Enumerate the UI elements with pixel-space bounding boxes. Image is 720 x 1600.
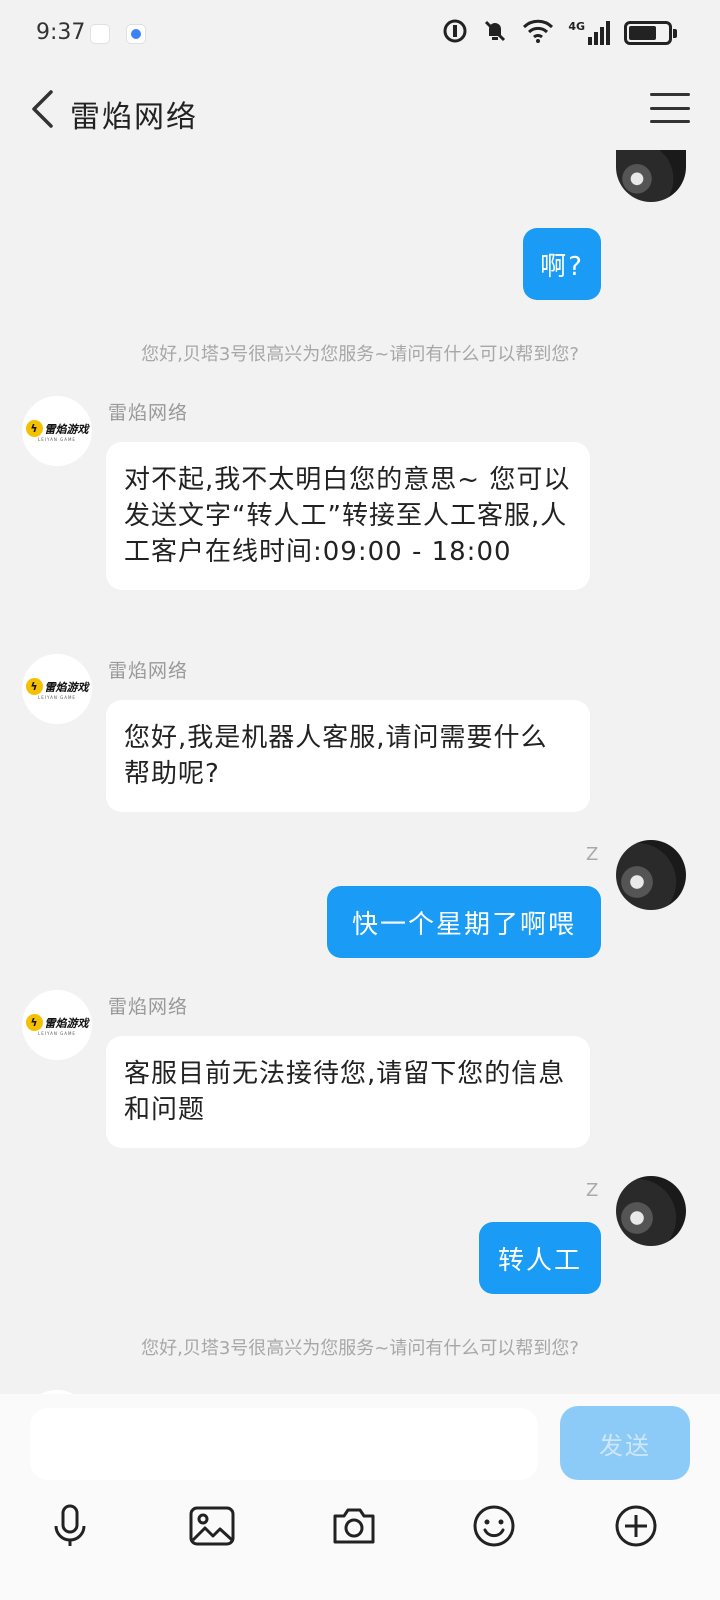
wifi-icon bbox=[522, 18, 554, 48]
message-input[interactable] bbox=[30, 1408, 538, 1480]
chat-messages[interactable]: 啊? 您好,贝塔3号很高兴为您服务~请问有什么可以帮到您? ϟ 雷焰游戏 LEIY… bbox=[0, 150, 720, 1418]
back-button[interactable] bbox=[20, 84, 64, 134]
menu-button[interactable] bbox=[650, 88, 690, 128]
bot-message-bubble[interactable]: 客服目前无法接待您,请留下您的信息和问题 bbox=[106, 1036, 590, 1148]
plus-icon[interactable] bbox=[608, 1498, 664, 1554]
notification-app-icon bbox=[126, 24, 146, 44]
user-avatar[interactable] bbox=[616, 840, 686, 910]
input-bar: 发送 bbox=[0, 1394, 720, 1600]
status-bar: 9:37 4G bbox=[0, 0, 720, 70]
bot-avatar[interactable]: ϟ 雷焰游戏 LEIYAN GAME bbox=[22, 396, 92, 466]
image-icon[interactable] bbox=[184, 1498, 240, 1554]
bot-logo: ϟ 雷焰游戏 LEIYAN GAME bbox=[25, 420, 89, 442]
bot-message-bubble[interactable]: 您好,我是机器人客服,请问需要什么帮助呢? bbox=[106, 700, 590, 812]
chat-header: 雷焰网络 bbox=[0, 70, 720, 150]
chevron-left-icon bbox=[32, 90, 53, 128]
page-title: 雷焰网络 bbox=[70, 100, 198, 135]
sender-name: 雷焰网络 bbox=[108, 402, 189, 424]
cellular-signal-icon: 4G bbox=[568, 21, 610, 45]
input-toolbar bbox=[0, 1494, 720, 1574]
sender-name: 雷焰网络 bbox=[108, 996, 189, 1018]
send-button[interactable]: 发送 bbox=[560, 1406, 690, 1480]
system-message: 您好,贝塔3号很高兴为您服务~请问有什么可以帮到您? bbox=[141, 344, 579, 365]
user-message-bubble[interactable]: 啊? bbox=[523, 228, 601, 300]
message-mark: Z bbox=[586, 1180, 599, 1201]
battery-icon bbox=[624, 21, 677, 45]
notification-app-icon bbox=[90, 24, 110, 44]
user-message-bubble[interactable]: 快一个星期了啊喂 bbox=[327, 886, 601, 958]
bot-logo: ϟ 雷焰游戏 LEIYAN GAME bbox=[25, 678, 89, 700]
user-message-bubble[interactable]: 转人工 bbox=[479, 1222, 601, 1294]
bot-message-bubble[interactable]: 对不起,我不太明白您的意思~ 您可以发送文字“转人工”转接至人工客服,人工客户在… bbox=[106, 442, 590, 590]
system-message: 您好,贝塔3号很高兴为您服务~请问有什么可以帮到您? bbox=[141, 1338, 579, 1359]
user-avatar[interactable] bbox=[616, 1176, 686, 1246]
emoji-icon[interactable] bbox=[466, 1498, 522, 1554]
user-avatar[interactable] bbox=[616, 150, 686, 202]
menu-icon bbox=[650, 93, 690, 96]
network-type-label: 4G bbox=[568, 20, 585, 33]
bot-logo: ϟ 雷焰游戏 LEIYAN GAME bbox=[25, 1014, 89, 1036]
status-time: 9:37 bbox=[36, 20, 86, 45]
lightning-icon: ϟ bbox=[25, 678, 43, 695]
camera-icon[interactable] bbox=[326, 1498, 382, 1554]
sender-name: 雷焰网络 bbox=[108, 660, 189, 682]
mute-icon bbox=[482, 18, 508, 48]
lightning-icon: ϟ bbox=[25, 1014, 43, 1031]
bot-avatar[interactable]: ϟ 雷焰游戏 LEIYAN GAME bbox=[22, 654, 92, 724]
data-saver-icon bbox=[442, 18, 468, 48]
lightning-icon: ϟ bbox=[25, 420, 43, 437]
message-mark: Z bbox=[586, 844, 599, 865]
battery-level bbox=[629, 26, 656, 40]
microphone-icon[interactable] bbox=[42, 1498, 98, 1554]
bot-avatar[interactable]: ϟ 雷焰游戏 LEIYAN GAME bbox=[22, 990, 92, 1060]
